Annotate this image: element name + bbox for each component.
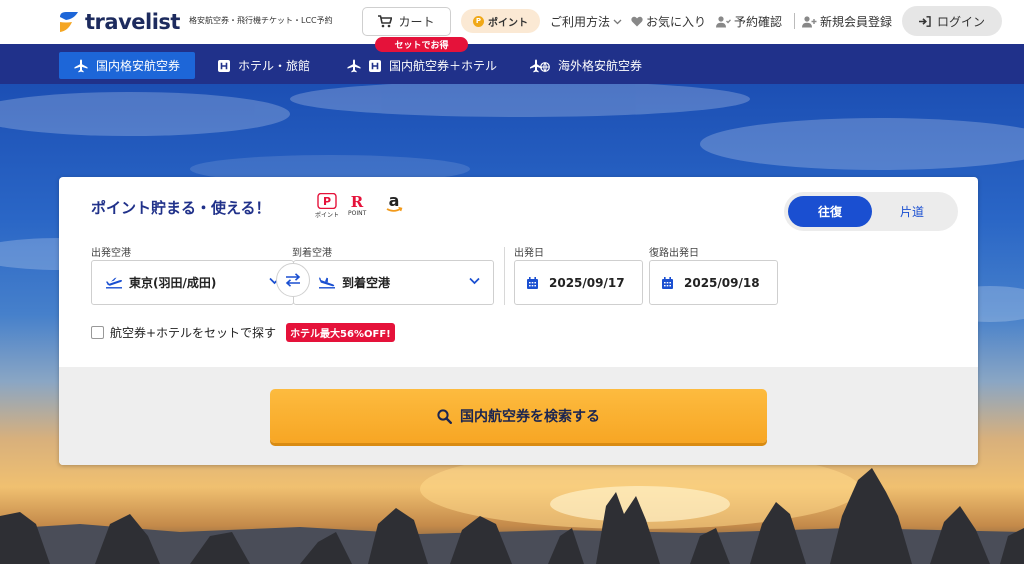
site-header: travelist 格安航空券・飛行機チケット・LCC予約 カート P ポイント…	[0, 0, 1024, 44]
tab-international-flights[interactable]: 海外格安航空券	[530, 52, 642, 79]
calendar-icon	[662, 276, 673, 289]
user-check-icon	[716, 15, 731, 27]
cart-icon	[378, 15, 393, 28]
arrival-airport-label: 到着空港	[292, 248, 332, 259]
set-deal-badge: セットでお得	[375, 37, 468, 52]
login-button[interactable]: ログイン	[902, 6, 1002, 36]
rakuten-caption: POINT	[348, 210, 367, 217]
swap-airports-button[interactable]	[276, 263, 310, 297]
one-way-option[interactable]: 片道	[870, 196, 954, 227]
login-label: ログイン	[936, 14, 985, 29]
rakuten-mark: R	[351, 193, 364, 209]
departure-airport-select[interactable]: 東京(羽田/成田)	[91, 260, 294, 305]
return-date-value: 2025/09/18	[684, 275, 760, 290]
cart-label: カート	[398, 15, 435, 29]
departure-airport-value: 東京(羽田/成田)	[129, 276, 217, 290]
paypay-points-logo: P ポイント	[315, 193, 339, 219]
bookings-label: 予約確認	[734, 15, 783, 29]
rakuten-points-logo: R POINT	[348, 193, 366, 217]
points-label: ポイント	[488, 17, 528, 29]
calendar-icon	[527, 276, 538, 289]
arrival-airport-select[interactable]: 到着空港	[293, 260, 494, 305]
hotel-icon	[369, 59, 381, 72]
search-button-label: 国内航空券を検索する	[460, 409, 600, 425]
points-button[interactable]: P ポイント	[461, 9, 540, 33]
amazon-logo-icon: a	[386, 193, 403, 212]
amazon-mark: a	[389, 193, 400, 210]
airplane-globe-icon	[530, 59, 550, 72]
tab-label: 海外格安航空券	[558, 59, 643, 73]
arrival-airport-value: 到着空港	[342, 276, 391, 290]
tab-label: ホテル・旅館	[238, 59, 311, 73]
hotel-icon	[218, 59, 230, 72]
hotel-set-checkbox[interactable]	[91, 326, 104, 339]
swap-arrows-icon	[285, 273, 301, 287]
round-trip-option[interactable]: 往復	[788, 196, 872, 227]
search-icon	[437, 408, 452, 424]
logo-text: travelist	[85, 10, 180, 34]
tab-label: 国内格安航空券	[96, 59, 181, 73]
logo[interactable]: travelist	[58, 10, 180, 34]
departure-date-input[interactable]: 2025/09/17	[514, 260, 643, 305]
register-label: 新規会員登録	[820, 15, 893, 29]
search-flights-button[interactable]: 国内航空券を検索する	[270, 389, 767, 443]
tab-domestic-flights[interactable]: 国内格安航空券	[59, 52, 196, 79]
favorites-label: お気に入り	[646, 15, 707, 29]
point-coin-icon: P	[473, 15, 484, 27]
how-to-use-label: ご利用方法	[550, 15, 611, 29]
field-divider	[504, 247, 505, 305]
departure-date-label: 出発日	[514, 248, 544, 259]
chevron-down-icon	[613, 19, 622, 24]
bookings-link[interactable]: 予約確認	[716, 13, 782, 30]
rakuten-logo-icon: R	[351, 193, 364, 209]
tab-label: 国内航空券＋ホテル	[389, 59, 498, 73]
takeoff-icon	[106, 277, 123, 288]
paypay-caption: ポイント	[315, 212, 340, 219]
tagline: 格安航空券・飛行機チケット・LCC予約	[189, 16, 333, 25]
departure-airport-label: 出発空港	[91, 248, 131, 259]
user-plus-icon	[802, 15, 817, 27]
paypay-mark: P	[323, 195, 331, 208]
chevron-down-icon	[469, 277, 480, 285]
airplane-icon	[74, 59, 88, 72]
tab-flight-hotel-set[interactable]: 国内航空券＋ホテル	[347, 52, 497, 79]
amazon-logo: a	[384, 193, 404, 215]
paypay-logo-icon: P	[317, 193, 337, 209]
hotel-discount-badge: ホテル最大56%OFF!	[286, 323, 395, 342]
cart-button[interactable]: カート	[362, 7, 451, 36]
hotel-set-option[interactable]: 航空券+ホテルをセットで探す ホテル最大56%OFF!	[91, 323, 395, 342]
product-tabbar: 国内格安航空券 ホテル・旅館 国内航空券＋ホテル 海外格安航空券	[0, 44, 1024, 84]
trip-type-toggle: 往復 片道	[784, 192, 958, 231]
sign-in-icon	[918, 15, 931, 27]
favorites-link[interactable]: お気に入り	[631, 13, 706, 30]
header-divider	[794, 13, 795, 29]
flight-search-card: ポイント貯まる・使える！ P ポイント R POINT a 往復 片道 出発空港…	[59, 177, 978, 465]
heart-icon	[631, 16, 643, 27]
landing-icon	[319, 277, 335, 288]
register-link[interactable]: 新規会員登録	[802, 13, 892, 30]
return-date-label: 復路出発日	[649, 248, 699, 259]
points-promo-title: ポイント貯まる・使える！	[91, 199, 271, 217]
departure-date-value: 2025/09/17	[549, 275, 625, 290]
return-date-input[interactable]: 2025/09/18	[649, 260, 778, 305]
how-to-use-menu[interactable]: ご利用方法	[550, 13, 622, 30]
logo-icon	[60, 12, 78, 32]
tab-hotels[interactable]: ホテル・旅館	[218, 52, 310, 79]
hotel-set-label: 航空券+ホテルをセットで探す	[110, 326, 277, 340]
airplane-icon	[347, 59, 361, 72]
